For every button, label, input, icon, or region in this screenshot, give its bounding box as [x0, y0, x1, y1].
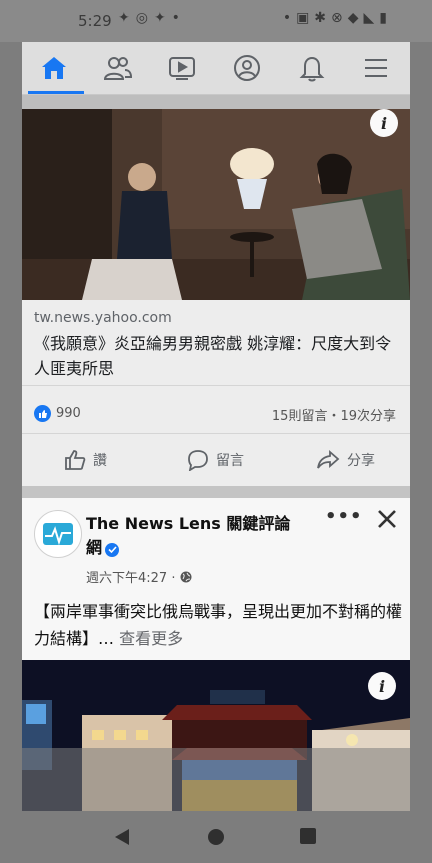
- circle-home-icon: [208, 829, 224, 845]
- like-label: 讚: [93, 453, 107, 469]
- feed-gap: [22, 95, 410, 109]
- reaction-summary[interactable]: 990: [34, 405, 81, 422]
- post-text: 【兩岸軍事衝突比俄烏戰事，呈現出更加不對稱的權力結構】… 查看更多: [34, 598, 404, 652]
- ad-info-icon[interactable]: i: [370, 109, 398, 137]
- status-bar: 5:29 ✦◎✦• •▣✱⊗◆◣▮: [0, 0, 432, 42]
- divider: [22, 433, 410, 434]
- status-time: 5:29: [78, 12, 112, 30]
- like-button[interactable]: 讚: [64, 449, 107, 471]
- link-title[interactable]: 《我願意》炎亞綸男男親密戲 姚淳耀：尺度大到令人匪夷所思: [34, 331, 400, 381]
- divider: [22, 385, 410, 386]
- system-icons: •▣✱⊗◆◣▮: [282, 10, 392, 26]
- system-navigation-bar: [0, 811, 432, 863]
- comment-button[interactable]: 留言: [187, 449, 244, 471]
- bell-icon: [299, 56, 325, 82]
- thumbs-up-icon: [65, 450, 86, 470]
- nav-profile[interactable]: [219, 42, 275, 94]
- page-name[interactable]: The News Lens 關鍵評論網: [86, 512, 306, 560]
- screen-dim-overlay: [22, 748, 410, 811]
- comments-shares-count[interactable]: 15則留言・19次分享: [272, 405, 396, 424]
- globe-icon: [180, 571, 192, 583]
- comment-icon: [188, 450, 208, 471]
- back-icon: [115, 829, 129, 845]
- link-domain[interactable]: tw.news.yahoo.com: [34, 310, 172, 326]
- post-time-text: 週六下午4:27 ·: [86, 571, 176, 586]
- share-icon: [317, 450, 340, 469]
- post-image[interactable]: i: [22, 109, 410, 300]
- see-more-link[interactable]: 查看更多: [119, 629, 183, 648]
- feed-post-link: i tw.news.yahoo.com 《我願意》炎亞綸男男親密戲 姚淳耀：尺度…: [22, 109, 410, 486]
- back-button[interactable]: [113, 827, 131, 851]
- post-timestamp[interactable]: 週六下午4:27 ·: [86, 567, 192, 586]
- post-body: 【兩岸軍事衝突比俄烏戰事，呈現出更加不對稱的權力結構】…: [34, 602, 403, 648]
- share-button[interactable]: 分享: [316, 449, 375, 471]
- comment-label: 留言: [216, 453, 244, 469]
- close-icon[interactable]: [374, 506, 400, 532]
- nav-watch[interactable]: [154, 42, 210, 94]
- home-icon: [42, 57, 66, 79]
- scene-illustration: [22, 109, 410, 300]
- nav-menu[interactable]: [348, 42, 404, 94]
- like-reaction-icon: [34, 405, 51, 422]
- nav-friends[interactable]: [90, 42, 146, 94]
- news-lens-logo-icon: [43, 523, 73, 546]
- nav-notifications[interactable]: [284, 42, 340, 94]
- verified-badge-icon: [105, 542, 120, 557]
- ad-info-icon[interactable]: i: [368, 672, 396, 700]
- friends-icon: [103, 57, 133, 80]
- reaction-count: 990: [56, 406, 81, 421]
- watch-icon: [169, 57, 195, 80]
- page-avatar[interactable]: [34, 510, 82, 558]
- top-navigation: [22, 42, 410, 95]
- hamburger-menu-icon: [365, 59, 387, 77]
- square-recents-icon: [300, 828, 316, 844]
- share-label: 分享: [347, 453, 375, 469]
- more-options-icon[interactable]: •••: [325, 506, 363, 527]
- nav-home[interactable]: [26, 42, 84, 94]
- notification-icons: ✦◎✦•: [118, 10, 186, 26]
- home-system-button[interactable]: [206, 827, 226, 851]
- profile-icon: [234, 55, 260, 81]
- feed-gap: [22, 486, 410, 498]
- recents-button[interactable]: [299, 827, 317, 849]
